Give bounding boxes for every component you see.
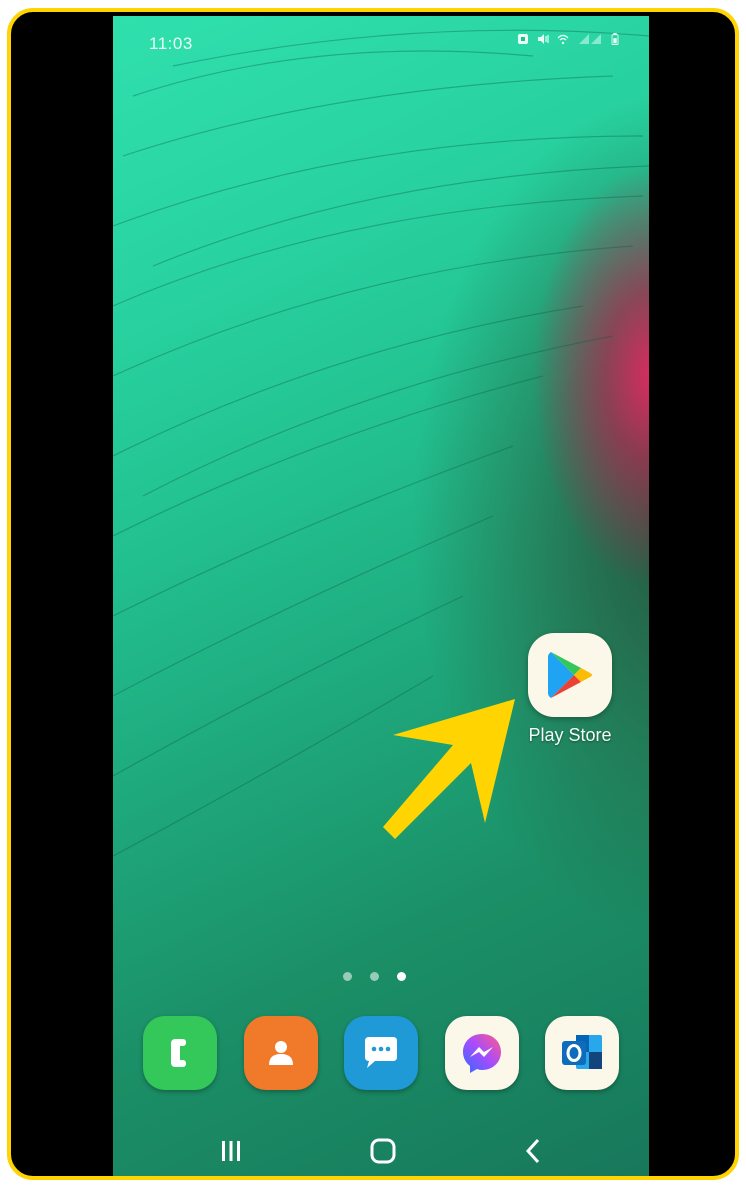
- screenshot-frame: 11:03 Play Store: [7, 8, 739, 1180]
- battery-icon: [611, 33, 619, 45]
- back-icon: [525, 1138, 540, 1164]
- page-dot-1[interactable]: [343, 972, 352, 981]
- page-dot-3-active[interactable]: [397, 972, 406, 981]
- wallpaper-texture: [113, 29, 649, 857]
- home-icon: [370, 1138, 396, 1164]
- phone-screen: 11:03 Play Store: [113, 16, 649, 1176]
- app-dock: [143, 1016, 619, 1090]
- mute-icon: [538, 34, 549, 44]
- contacts-icon: [268, 1041, 293, 1065]
- signal-icon: [579, 34, 601, 44]
- play-store-app[interactable]: Play Store: [525, 633, 615, 746]
- yellow-arrow-annotation: [383, 699, 515, 839]
- status-icons: [517, 33, 619, 45]
- page-dot-2[interactable]: [370, 972, 379, 981]
- recents-icon: [222, 1141, 240, 1161]
- recents-button[interactable]: [211, 1134, 251, 1168]
- messenger-app[interactable]: [444, 1016, 519, 1090]
- outlook-app[interactable]: [545, 1016, 619, 1090]
- contacts-app[interactable]: [243, 1016, 318, 1090]
- wifi-icon: [557, 34, 569, 45]
- page-indicator[interactable]: [343, 972, 406, 981]
- status-bar: 11:03: [113, 16, 649, 56]
- play-store-label: Play Store: [528, 725, 612, 745]
- play-store-icon-tile[interactable]: [528, 633, 612, 717]
- phone-icon: [171, 1039, 186, 1067]
- navigation-bar: [113, 1116, 649, 1176]
- messages-icon: [365, 1037, 397, 1068]
- alarm-icon: [518, 34, 528, 44]
- messenger-icon: [462, 1034, 501, 1073]
- messages-app[interactable]: [344, 1016, 418, 1090]
- outlook-icon: [562, 1035, 602, 1069]
- play-store-icon: [548, 652, 592, 698]
- back-button[interactable]: [513, 1134, 553, 1168]
- phone-app[interactable]: [143, 1016, 217, 1090]
- home-button[interactable]: [363, 1134, 403, 1168]
- status-time: 11:03: [149, 34, 193, 53]
